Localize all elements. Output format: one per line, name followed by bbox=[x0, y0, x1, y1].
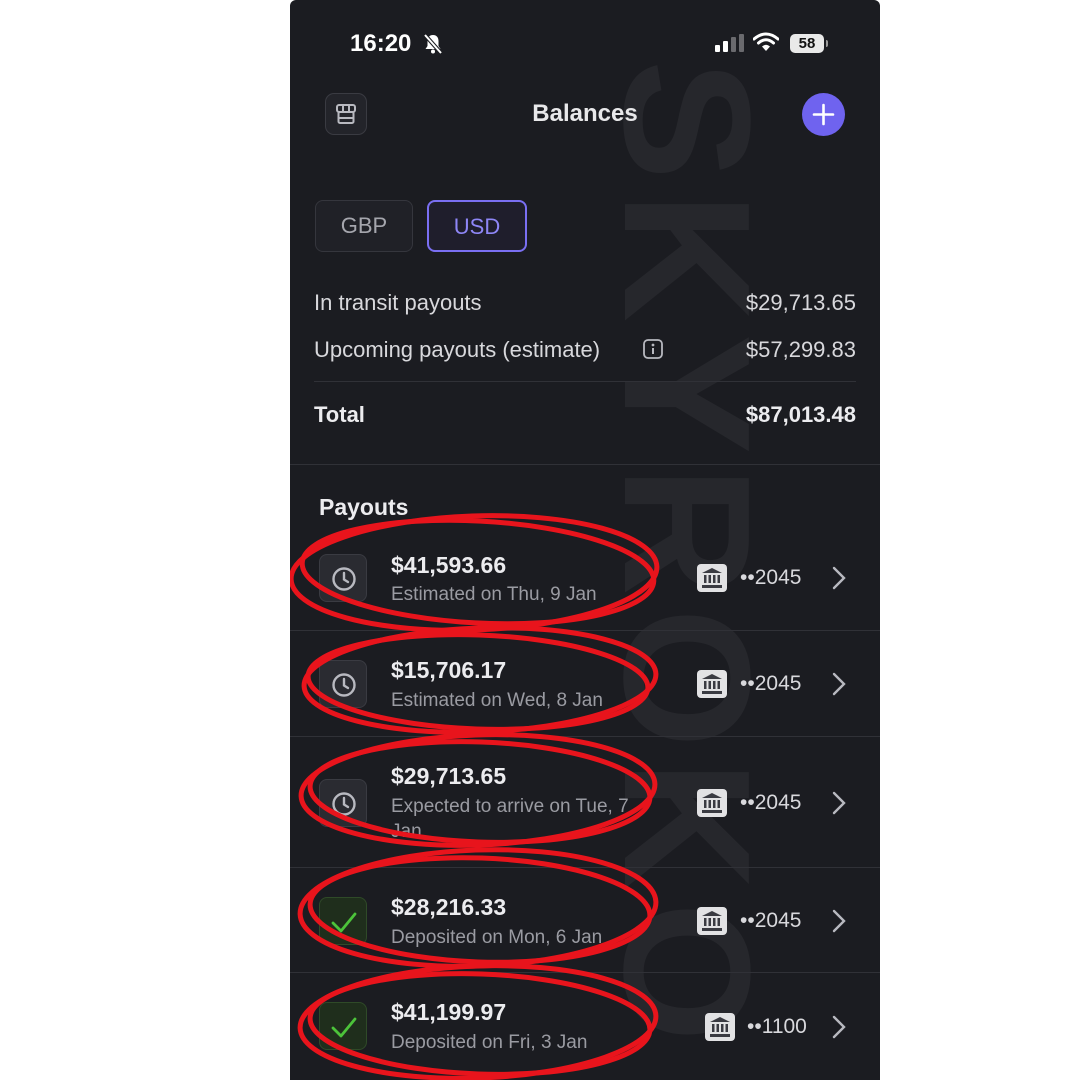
account-number: ••1100 bbox=[747, 1015, 807, 1038]
status-time: 16:20 bbox=[350, 30, 412, 57]
chevron-right-icon bbox=[832, 672, 846, 701]
bank-icon bbox=[697, 789, 727, 817]
payout-amount: $28,216.33 bbox=[391, 894, 507, 920]
check-icon bbox=[319, 897, 367, 945]
clock-icon bbox=[319, 554, 367, 602]
account-number: ••2045 bbox=[740, 909, 802, 932]
payout-status-text: Deposited on Fri, 3 Jan bbox=[391, 1032, 588, 1053]
payout-row[interactable]: $28,216.33 Deposited on Mon, 6 Jan ••204… bbox=[290, 868, 880, 973]
bank-icon bbox=[697, 564, 727, 592]
payout-status-text: Estimated on Wed, 8 Jan bbox=[391, 690, 603, 711]
battery-icon: 58 bbox=[790, 34, 828, 53]
bank-icon bbox=[705, 1013, 735, 1041]
account-number: ••2045 bbox=[740, 672, 802, 695]
phone-screen: SKYROKO 16:20 58 Balances GBP USD In tra… bbox=[290, 0, 880, 1080]
chevron-right-icon bbox=[832, 791, 846, 820]
bank-icon bbox=[697, 907, 727, 935]
bank-icon bbox=[697, 670, 727, 698]
payout-row[interactable]: $15,706.17 Estimated on Wed, 8 Jan ••204… bbox=[290, 631, 880, 737]
clock-icon bbox=[319, 660, 367, 708]
chevron-right-icon bbox=[832, 566, 846, 595]
in-transit-label: In transit payouts bbox=[314, 290, 482, 315]
payout-row[interactable]: $29,713.65 Expected to arrive on Tue, 7 … bbox=[290, 737, 880, 868]
payouts-title: Payouts bbox=[319, 494, 409, 520]
upcoming-label: Upcoming payouts (estimate) bbox=[314, 337, 601, 362]
payout-amount: $41,199.97 bbox=[391, 999, 507, 1025]
upcoming-value: $57,299.83 bbox=[745, 337, 856, 362]
page-title: Balances bbox=[532, 100, 638, 127]
total-label: Total bbox=[314, 402, 365, 427]
payout-row[interactable]: $41,593.66 Estimated on Thu, 9 Jan ••204… bbox=[290, 526, 880, 631]
payout-row[interactable]: $41,199.97 Deposited on Fri, 3 Jan ••110… bbox=[290, 973, 880, 1080]
account-number: ••2045 bbox=[740, 791, 802, 814]
divider bbox=[314, 381, 856, 382]
bell-slash-icon bbox=[423, 33, 443, 60]
account-number: ••2045 bbox=[740, 566, 802, 589]
clock-icon bbox=[319, 779, 367, 827]
payout-amount: $41,593.66 bbox=[391, 552, 507, 578]
payout-status-text: Deposited on Mon, 6 Jan bbox=[391, 927, 603, 948]
payout-status-text: Estimated on Thu, 9 Jan bbox=[391, 584, 597, 605]
divider bbox=[290, 464, 880, 465]
payout-status-text: Expected to arrive on Tue, 7 Jan bbox=[391, 796, 629, 842]
tab-usd[interactable]: USD bbox=[427, 200, 527, 252]
chevron-right-icon bbox=[832, 909, 846, 938]
chevron-right-icon bbox=[832, 1015, 846, 1044]
plus-icon bbox=[812, 103, 835, 126]
tab-gbp[interactable]: GBP bbox=[315, 200, 413, 252]
total-value: $87,013.48 bbox=[745, 402, 856, 427]
signal-icon bbox=[715, 34, 745, 57]
in-transit-value: $29,713.65 bbox=[745, 290, 856, 315]
payout-amount: $15,706.17 bbox=[391, 657, 507, 683]
wifi-icon bbox=[752, 32, 780, 57]
add-button[interactable] bbox=[802, 93, 845, 136]
check-icon bbox=[319, 1002, 367, 1050]
info-icon[interactable] bbox=[643, 339, 663, 364]
payout-amount: $29,713.65 bbox=[391, 763, 507, 789]
